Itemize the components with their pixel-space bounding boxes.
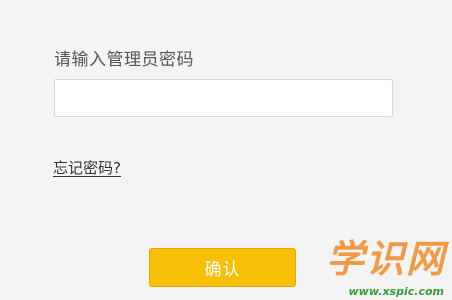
forgot-password-link[interactable]: 忘记密码? (53, 157, 121, 178)
watermark-url: www.xspic.com (348, 285, 445, 298)
password-prompt-label: 请输入管理员密码 (54, 50, 194, 70)
site-watermark: 学识网 www.xspic.com (318, 236, 446, 299)
admin-password-input[interactable] (54, 79, 393, 117)
watermark-logo: 学识网 (325, 236, 446, 281)
confirm-button[interactable]: 确认 (149, 248, 296, 287)
